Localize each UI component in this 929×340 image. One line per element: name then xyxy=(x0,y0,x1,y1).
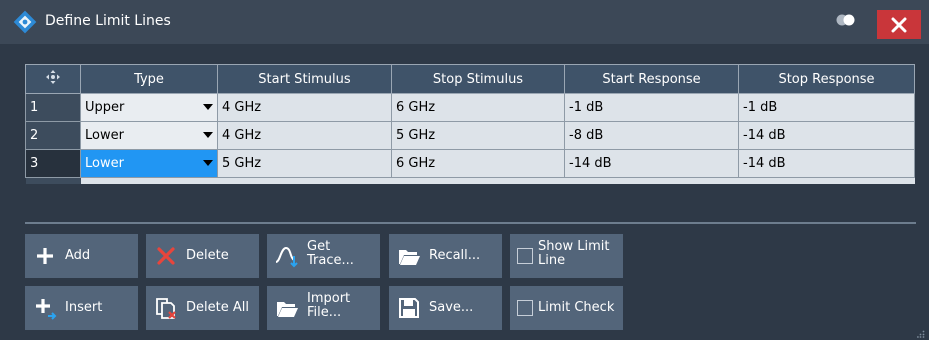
delete-button-label: Delete xyxy=(186,248,229,263)
app-logo-icon xyxy=(13,10,37,34)
dropdown-arrow-icon xyxy=(203,160,213,166)
stop-response-cell[interactable]: -14 dB xyxy=(738,121,915,150)
get-trace-button[interactable]: Get Trace... xyxy=(267,234,380,278)
delete-button[interactable]: Delete xyxy=(146,234,259,278)
folder-open-icon xyxy=(277,302,298,317)
stop-stimulus-cell[interactable]: 6 GHz xyxy=(391,93,565,122)
dropdown-arrow-icon xyxy=(203,132,213,138)
import-file-button[interactable]: Import File... xyxy=(267,286,380,330)
window-title: Define Limit Lines xyxy=(45,13,171,29)
close-button[interactable] xyxy=(877,10,921,39)
recall-button[interactable]: Recall... xyxy=(389,234,502,278)
limit-lines-table: Type Start Stimulus Stop Stimulus Start … xyxy=(25,64,915,184)
column-header-stop-stimulus[interactable]: Stop Stimulus xyxy=(391,64,565,94)
column-header-start-response[interactable]: Start Response xyxy=(564,64,739,94)
start-stimulus-cell[interactable]: 4 GHz xyxy=(217,93,392,122)
type-dropdown[interactable]: Lower xyxy=(80,149,218,178)
start-response-cell[interactable]: -14 dB xyxy=(564,149,739,178)
row-number[interactable]: 1 xyxy=(25,93,81,122)
show-limit-line-check-box[interactable] xyxy=(517,248,533,264)
insert-button-label: Insert xyxy=(65,300,103,315)
move-grip-header[interactable] xyxy=(25,64,81,94)
empty-row-number xyxy=(25,177,81,184)
title-bar: Define Limit Lines xyxy=(0,0,929,44)
table-empty-row xyxy=(25,177,915,184)
show-limit-line-label: Show Limit Line xyxy=(538,239,610,268)
move-icon xyxy=(46,70,60,84)
plus-icon xyxy=(37,248,53,264)
add-button[interactable]: Add xyxy=(25,234,138,278)
close-icon xyxy=(891,17,907,33)
type-value: Lower xyxy=(85,128,124,143)
table-header-row: Type Start Stimulus Stop Stimulus Start … xyxy=(25,64,915,94)
start-stimulus-cell[interactable]: 5 GHz xyxy=(217,149,392,178)
limit-check-check-box[interactable] xyxy=(517,300,533,316)
type-value: Lower xyxy=(85,156,124,171)
limit-check-label: Limit Check xyxy=(538,300,615,315)
row-number[interactable]: 2 xyxy=(25,121,81,150)
column-header-start-stimulus[interactable]: Start Stimulus xyxy=(217,64,392,94)
stop-response-cell[interactable]: -1 dB xyxy=(738,93,915,122)
table-row[interactable]: 2 Lower 4 GHz 5 GHz -8 dB -14 dB xyxy=(25,121,915,150)
row-number[interactable]: 3 xyxy=(25,149,81,178)
resize-grip-icon[interactable] xyxy=(917,330,925,338)
save-disk-icon xyxy=(399,298,419,318)
trace-curve-icon xyxy=(275,246,298,268)
start-response-cell[interactable]: -8 dB xyxy=(564,121,739,150)
column-header-type[interactable]: Type xyxy=(80,64,218,94)
save-button[interactable]: Save... xyxy=(389,286,502,330)
show-limit-line-checkbox[interactable]: Show Limit Line xyxy=(510,234,623,278)
delete-all-button-label: Delete All xyxy=(186,300,249,315)
get-trace-button-label: Get Trace... xyxy=(307,239,354,268)
delete-all-button[interactable]: Delete All xyxy=(146,286,259,330)
stop-response-cell[interactable]: -14 dB xyxy=(738,149,915,178)
import-file-button-label: Import File... xyxy=(307,291,351,320)
insert-button[interactable]: Insert xyxy=(25,286,138,330)
insert-plus-icon xyxy=(36,299,57,320)
start-response-cell[interactable]: -1 dB xyxy=(564,93,739,122)
type-dropdown[interactable]: Lower xyxy=(80,121,218,150)
stop-stimulus-cell[interactable]: 5 GHz xyxy=(391,121,565,150)
start-stimulus-cell[interactable]: 4 GHz xyxy=(217,121,392,150)
dropdown-arrow-icon xyxy=(203,104,213,110)
column-header-stop-response[interactable]: Stop Response xyxy=(738,64,915,94)
stop-stimulus-cell[interactable]: 6 GHz xyxy=(391,149,565,178)
type-value: Upper xyxy=(85,100,125,115)
delete-x-icon xyxy=(157,247,175,265)
delete-all-icon xyxy=(156,298,176,319)
save-button-label: Save... xyxy=(429,300,474,315)
empty-row-area xyxy=(80,177,915,184)
table-row[interactable]: 3 Lower 5 GHz 6 GHz -14 dB -14 dB xyxy=(25,149,915,178)
toggle-icon[interactable] xyxy=(836,14,856,26)
table-row[interactable]: 1 Upper 4 GHz 6 GHz -1 dB -1 dB xyxy=(25,93,915,122)
limit-check-checkbox[interactable]: Limit Check xyxy=(510,286,623,330)
divider xyxy=(25,222,916,224)
type-dropdown[interactable]: Upper xyxy=(80,93,218,122)
recall-button-label: Recall... xyxy=(429,248,481,263)
add-button-label: Add xyxy=(65,248,91,263)
define-limit-lines-dialog: Define Limit Lines Type Start Stimulus S… xyxy=(0,0,929,340)
folder-open-icon xyxy=(399,250,420,265)
